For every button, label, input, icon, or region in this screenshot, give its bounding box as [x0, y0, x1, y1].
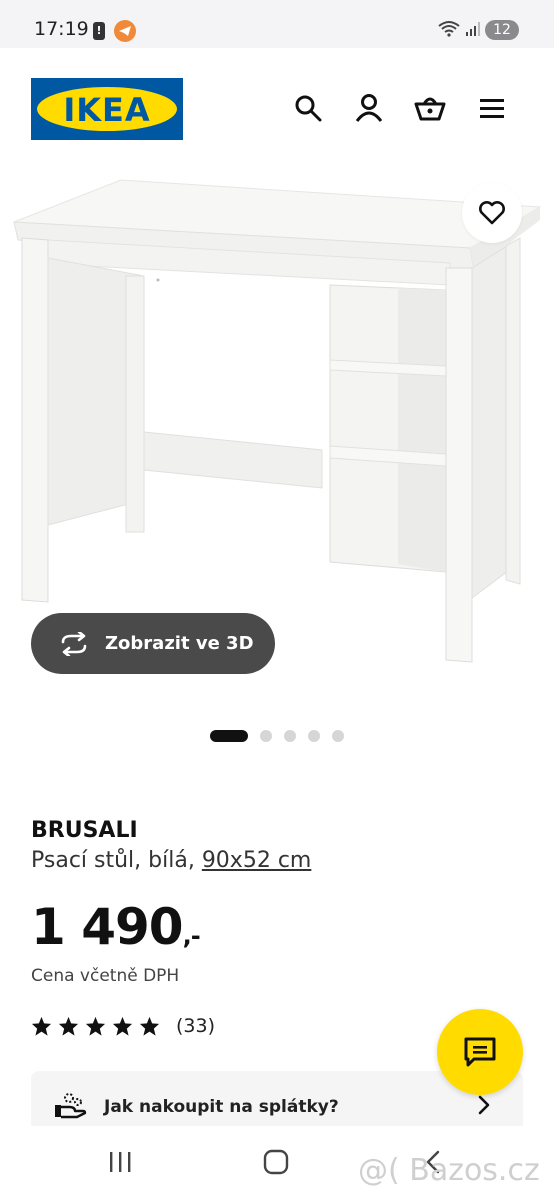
telegram-icon	[114, 20, 136, 42]
chat-icon	[464, 1037, 496, 1067]
notification-badge: 12	[485, 20, 519, 40]
pagination-dot[interactable]	[308, 730, 320, 742]
view-3d-button[interactable]: Zobrazit ve 3D	[31, 613, 275, 674]
view-3d-label: Zobrazit ve 3D	[105, 633, 254, 654]
price-note: Cena včetně DPH	[31, 966, 180, 986]
installments-label: Jak nakoupit na splátky?	[104, 1097, 339, 1117]
coin-hand-icon	[55, 1093, 87, 1119]
watermark: @( Bazos.cz	[358, 1153, 540, 1188]
rotate-3d-icon	[61, 631, 87, 656]
pagination-dot[interactable]	[332, 730, 344, 742]
product-description: Psací stůl, bílá, 90x52 cm	[31, 848, 311, 873]
price-suffix: ,-	[182, 922, 201, 950]
heart-icon	[479, 201, 505, 225]
chevron-right-icon	[478, 1095, 490, 1115]
product-size-link[interactable]: 90x52 cm	[202, 848, 312, 873]
status-time: 17:19	[34, 18, 89, 40]
star-icon	[31, 1016, 52, 1036]
favorite-button[interactable]	[462, 183, 522, 243]
basket-icon[interactable]	[414, 92, 446, 124]
star-icon	[58, 1016, 79, 1036]
star-icon	[139, 1016, 160, 1036]
rating-stars[interactable]	[31, 1016, 160, 1036]
status-bar: 17:19 ! 12	[0, 0, 554, 48]
star-icon	[85, 1016, 106, 1036]
product-type: Psací stůl, bílá,	[31, 848, 202, 873]
product-name: BRUSALI	[31, 818, 138, 843]
review-count[interactable]: (33)	[176, 1015, 215, 1037]
product-image[interactable]	[0, 160, 554, 690]
search-icon[interactable]	[292, 92, 324, 124]
pagination-dot[interactable]	[284, 730, 296, 742]
star-icon	[112, 1016, 133, 1036]
chat-button[interactable]	[437, 1009, 523, 1095]
signal-icon	[466, 22, 480, 36]
product-price: 1 490,-	[31, 898, 201, 956]
alert-icon: !	[93, 22, 105, 40]
price-value: 1 490	[31, 898, 184, 956]
profile-icon[interactable]	[353, 92, 385, 124]
wifi-icon	[438, 21, 460, 37]
pagination-dot-active[interactable]	[210, 730, 248, 742]
pagination-dot[interactable]	[260, 730, 272, 742]
gallery-pagination	[0, 728, 554, 744]
recent-apps-icon[interactable]	[107, 1150, 135, 1174]
logo-text: IKEA	[63, 91, 151, 129]
menu-icon[interactable]	[476, 92, 508, 124]
ikea-logo[interactable]: IKEA ®	[31, 78, 183, 140]
home-icon[interactable]	[263, 1149, 289, 1175]
